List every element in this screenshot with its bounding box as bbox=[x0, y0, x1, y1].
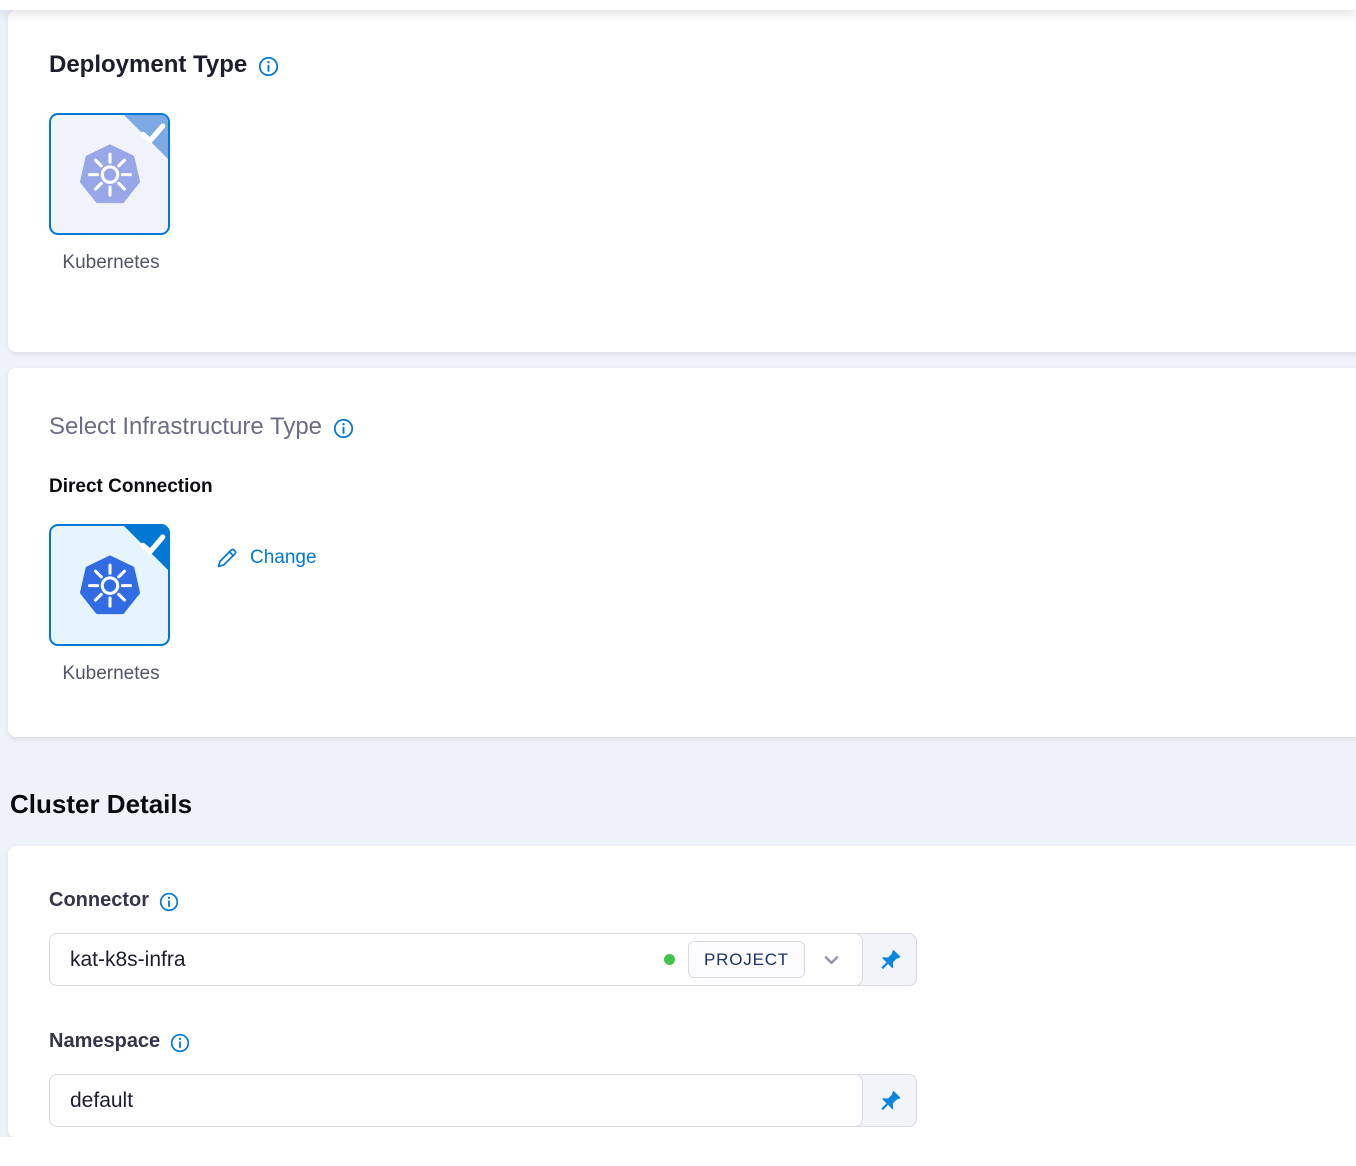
kubernetes-tile-selected[interactable] bbox=[49, 113, 170, 235]
deployment-kubernetes-option: Kubernetes bbox=[49, 113, 173, 274]
connector-status-dot bbox=[664, 954, 675, 965]
previous-section-edge bbox=[0, 0, 1356, 10]
connector-label-row: Connector bbox=[49, 889, 1356, 912]
infrastructure-heading: Select Infrastructure Type bbox=[49, 412, 1356, 442]
namespace-label-row: Namespace bbox=[49, 1030, 1356, 1053]
namespace-input[interactable] bbox=[49, 1074, 863, 1127]
change-link-label: Change bbox=[250, 547, 317, 569]
deployment-type-section: Deployment Type bbox=[8, 10, 1356, 352]
pin-icon bbox=[876, 1087, 903, 1114]
edit-pencil-icon bbox=[215, 546, 239, 570]
pin-icon bbox=[876, 946, 903, 973]
deployment-type-heading: Deployment Type bbox=[49, 50, 1356, 80]
namespace-input-group bbox=[49, 1074, 917, 1127]
infrastructure-title: Select Infrastructure Type bbox=[49, 412, 322, 442]
connector-input-group: PROJECT bbox=[49, 933, 917, 986]
info-icon[interactable] bbox=[333, 418, 354, 439]
cluster-details-heading: Cluster Details bbox=[10, 789, 1356, 820]
direct-connection-label: Direct Connection bbox=[49, 476, 1356, 498]
infrastructure-tile-row: Kubernetes Change bbox=[49, 498, 1356, 685]
connector-adornments: PROJECT bbox=[664, 933, 845, 986]
kubernetes-tile-selected[interactable] bbox=[49, 524, 170, 646]
selected-check-corner bbox=[123, 114, 169, 160]
info-icon[interactable] bbox=[159, 892, 179, 912]
next-section-edge bbox=[0, 1137, 1356, 1166]
selected-check-corner bbox=[123, 525, 169, 571]
infrastructure-section: Select Infrastructure Type Direct Connec… bbox=[8, 368, 1356, 737]
infra-kubernetes-option: Kubernetes bbox=[49, 524, 173, 685]
cluster-details-section: Connector PROJECT bbox=[8, 846, 1356, 1138]
deployment-type-title: Deployment Type bbox=[49, 50, 247, 80]
connector-scope-badge[interactable]: PROJECT bbox=[688, 941, 805, 978]
infra-tile-label: Kubernetes bbox=[49, 663, 173, 685]
change-infrastructure-link[interactable]: Change bbox=[215, 546, 317, 570]
chevron-down-icon[interactable] bbox=[818, 946, 845, 973]
deployment-tile-label: Kubernetes bbox=[49, 252, 173, 274]
namespace-label: Namespace bbox=[49, 1030, 160, 1053]
page-content: Deployment Type bbox=[0, 10, 1356, 1138]
connector-input-wrap: PROJECT bbox=[49, 933, 863, 986]
info-icon[interactable] bbox=[170, 1033, 190, 1053]
info-icon[interactable] bbox=[258, 56, 279, 77]
namespace-input-wrap bbox=[49, 1074, 863, 1127]
connector-label: Connector bbox=[49, 889, 149, 912]
